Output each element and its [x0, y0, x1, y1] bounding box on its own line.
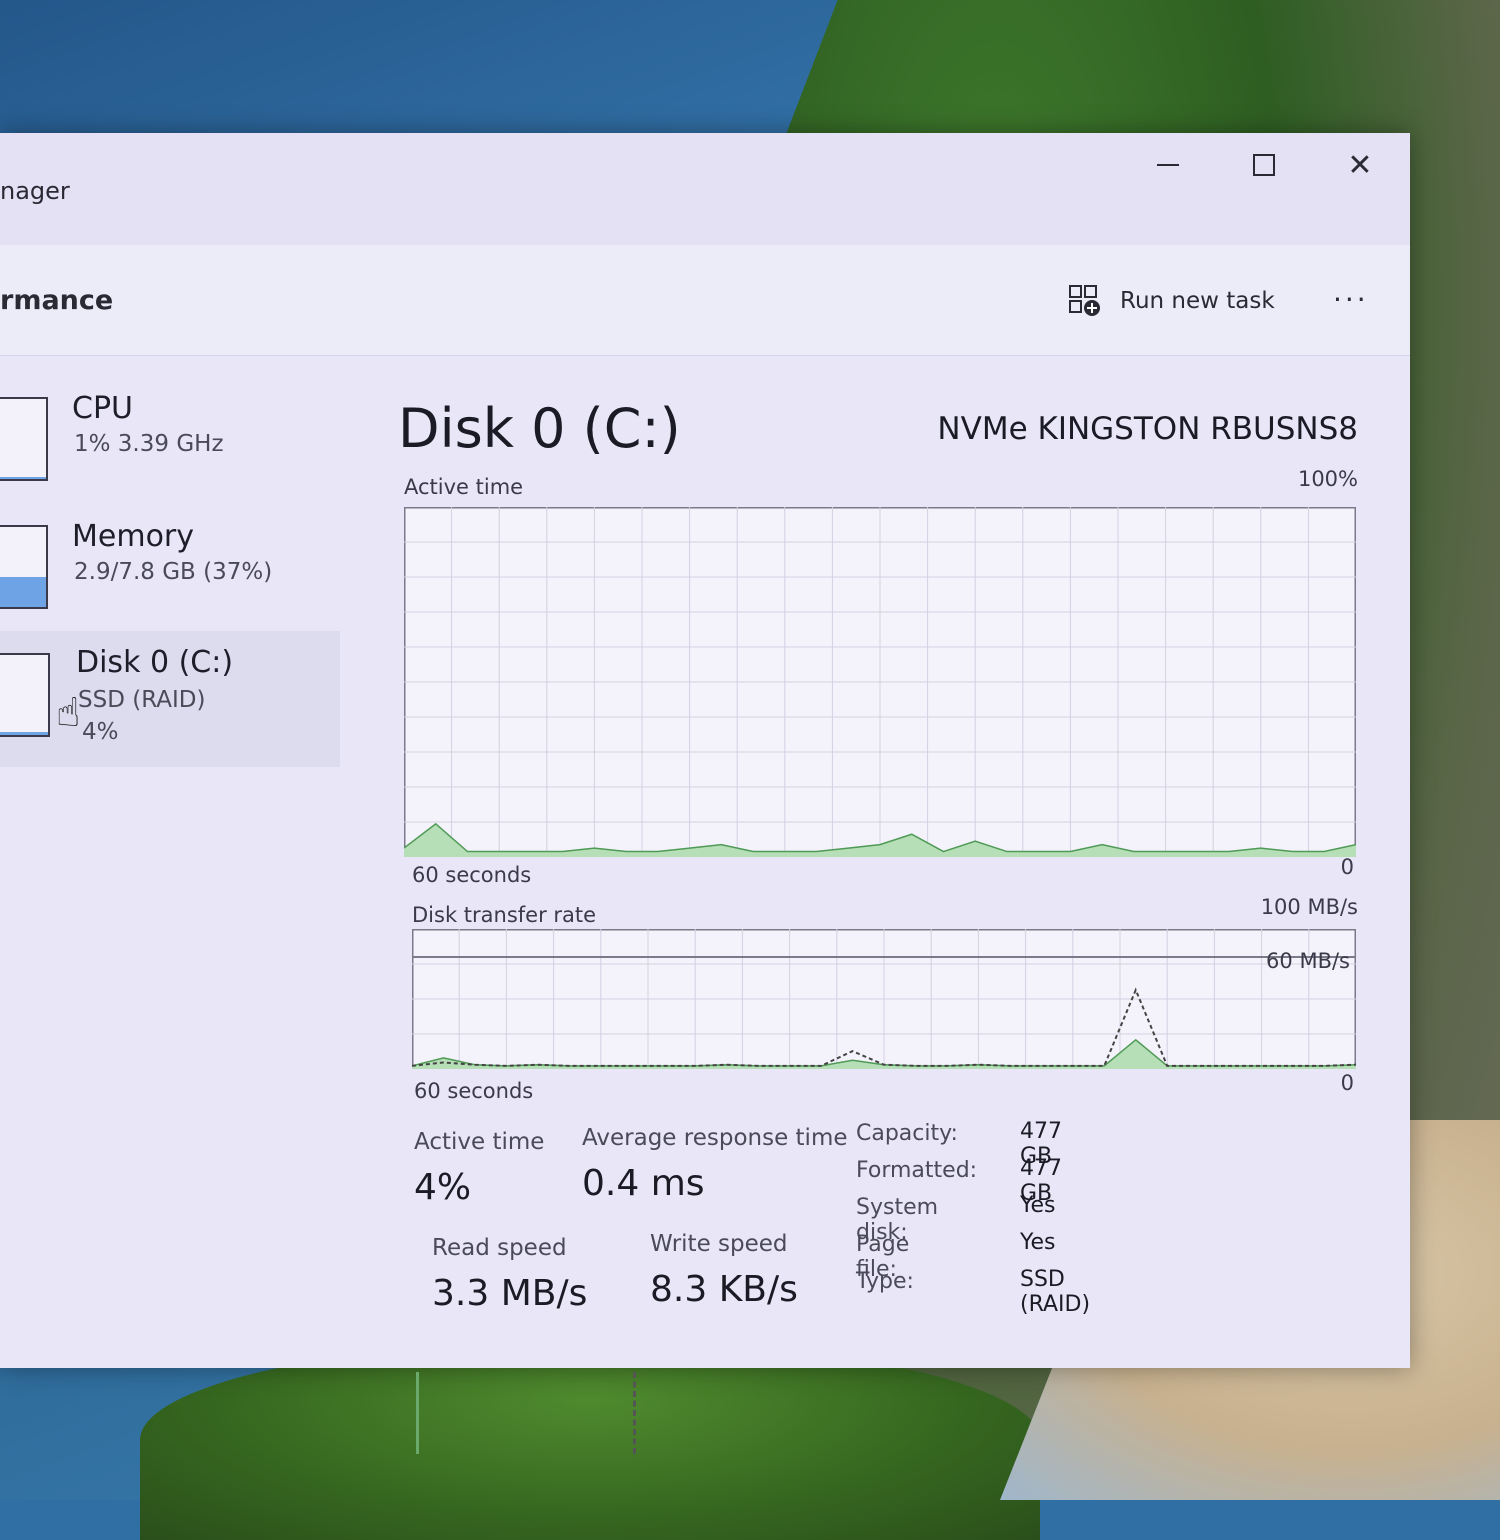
performance-sidebar: CPU 1% 3.39 GHz Memory 2.9/7.8 GB (37%) …: [0, 355, 345, 1355]
close-button[interactable]: ✕: [1328, 143, 1392, 187]
cpu-thumbnail-graph: [0, 397, 48, 481]
active-time-stat-value: 4%: [414, 1167, 472, 1208]
active-time-min-label: 0: [1340, 855, 1354, 879]
disk-thumbnail-graph: [0, 653, 50, 737]
active-time-seconds-label: 60 seconds: [412, 863, 532, 887]
write-speed-value: 8.3 KB/s: [650, 1269, 798, 1310]
transfer-rate-chart-label: Disk transfer rate: [412, 903, 597, 927]
write-speed-label: Write speed: [650, 1231, 788, 1257]
run-new-task-button[interactable]: Run new task: [1068, 281, 1275, 321]
type-value: SSD (RAID): [1020, 1267, 1091, 1317]
memory-thumbnail-fill: [0, 577, 46, 607]
maximize-button[interactable]: [1232, 143, 1296, 187]
memory-thumbnail-graph: [0, 525, 48, 609]
run-task-icon: [1069, 285, 1100, 316]
more-options-button[interactable]: ...: [1333, 275, 1377, 315]
type-label: Type:: [856, 1269, 914, 1294]
hand-cursor-icon: ☝: [56, 690, 81, 736]
transfer-rate-min-label: 0: [1340, 1071, 1354, 1095]
page-title: rmance: [0, 285, 114, 316]
minimize-icon: [1157, 164, 1179, 166]
avg-response-stat-label: Average response time: [582, 1125, 848, 1151]
active-time-stat-label: Active time: [414, 1129, 545, 1155]
title-bar[interactable]: nager ✕: [0, 133, 1410, 245]
avg-response-stat-value: 0.4 ms: [582, 1163, 705, 1204]
sidebar-item-title: Memory: [72, 519, 195, 554]
page-header: rmance Run new task ...: [0, 245, 1410, 356]
write-speed-legend-line: [633, 1372, 636, 1454]
read-speed-legend-line: [416, 1372, 419, 1454]
transfer-rate-chart: [412, 929, 1356, 1069]
formatted-label: Formatted:: [856, 1158, 978, 1183]
sidebar-item-disk0[interactable]: Disk 0 (C:) SSD (RAID) 4%: [0, 631, 340, 767]
active-time-max-label: 100%: [1297, 467, 1358, 491]
sidebar-item-cpu[interactable]: CPU 1% 3.39 GHz: [0, 391, 340, 515]
read-speed-value: 3.3 MB/s: [432, 1273, 588, 1314]
capacity-label: Capacity:: [856, 1121, 958, 1146]
maximize-icon: [1253, 154, 1275, 176]
active-time-chart-label: Active time: [404, 475, 524, 499]
cpu-thumbnail-fill: [0, 476, 46, 479]
transfer-rate-inner-label: 60 MB/s: [1266, 949, 1350, 973]
disk-model: NVMe KINGSTON RBUSNS8: [937, 411, 1358, 447]
active-time-chart: [404, 507, 1356, 857]
page-file-value: Yes: [1020, 1230, 1056, 1255]
close-icon: ✕: [1347, 147, 1373, 183]
sidebar-item-subtitle: 1% 3.39 GHz: [74, 431, 224, 457]
sidebar-item-subtitle: 2.9/7.8 GB (37%): [74, 559, 273, 585]
wallpaper-hill: [140, 1340, 1040, 1540]
transfer-rate-seconds-label: 60 seconds: [414, 1079, 534, 1103]
read-speed-label: Read speed: [432, 1235, 567, 1261]
disk-thumbnail-fill: [0, 731, 48, 735]
disk-title: Disk 0 (C:): [398, 397, 681, 460]
transfer-rate-max-label: 100 MB/s: [1260, 895, 1358, 919]
minimize-button[interactable]: [1136, 143, 1200, 187]
system-disk-value: Yes: [1020, 1193, 1056, 1218]
sidebar-item-memory[interactable]: Memory 2.9/7.8 GB (37%): [0, 519, 340, 643]
more-dots-icon: ...: [1333, 275, 1369, 308]
run-new-task-label: Run new task: [1120, 288, 1275, 314]
sidebar-item-title: Disk 0 (C:): [76, 645, 234, 680]
sidebar-item-title: CPU: [72, 391, 133, 426]
sidebar-item-subtitle: SSD (RAID): [78, 687, 206, 713]
sidebar-item-usage: 4%: [82, 719, 119, 745]
app-title: nager: [0, 177, 70, 205]
